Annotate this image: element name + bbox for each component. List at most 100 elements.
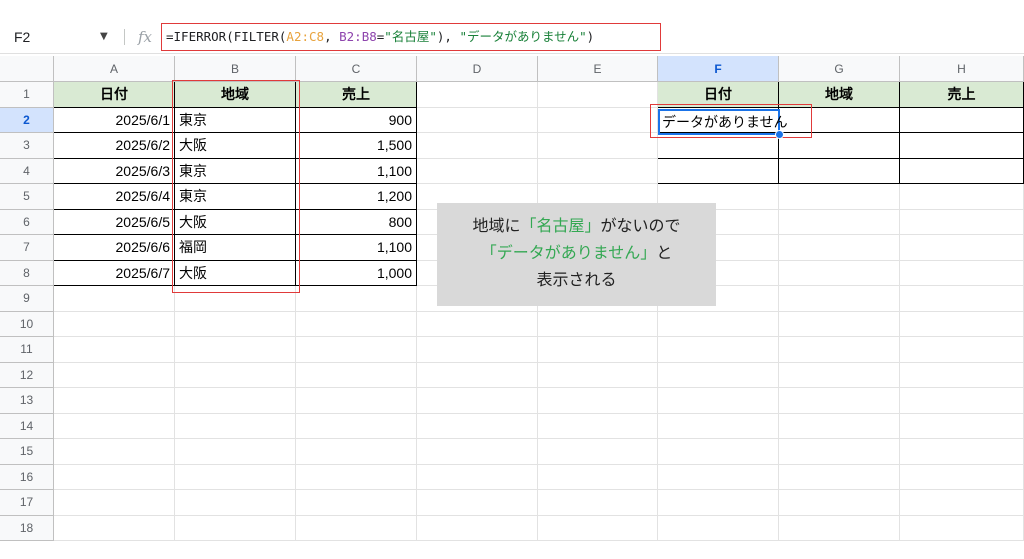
select-all-corner[interactable] [0,56,54,82]
cell-d4[interactable] [417,158,538,184]
cell-f14[interactable] [658,413,779,439]
cell-e2[interactable] [538,107,658,133]
cell-g13[interactable] [779,388,900,414]
cell-g9[interactable] [779,286,900,312]
cell-f17[interactable] [658,490,779,516]
cell-h2[interactable] [900,107,1024,133]
cell-c1[interactable]: 売上 [296,82,417,108]
cell-e18[interactable] [538,515,658,541]
cell-a15[interactable] [54,439,175,465]
cell-g12[interactable] [779,362,900,388]
cell-a13[interactable] [54,388,175,414]
cell-a2[interactable]: 2025/6/1 [54,107,175,133]
row-header-5[interactable]: 5 [0,184,54,210]
row-header-7[interactable]: 7 [0,235,54,261]
cell-g14[interactable] [779,413,900,439]
cell-a9[interactable] [54,286,175,312]
cell-d17[interactable] [417,490,538,516]
row-header-2[interactable]: 2 [0,107,54,133]
cell-e12[interactable] [538,362,658,388]
cell-a10[interactable] [54,311,175,337]
cell-c18[interactable] [296,515,417,541]
cell-h1[interactable]: 売上 [900,82,1024,108]
cell-d11[interactable] [417,337,538,363]
row-header-15[interactable]: 15 [0,439,54,465]
cell-h3[interactable] [900,133,1024,159]
cell-a4[interactable]: 2025/6/3 [54,158,175,184]
cell-e11[interactable] [538,337,658,363]
cell-c10[interactable] [296,311,417,337]
row-header-18[interactable]: 18 [0,515,54,541]
cell-c13[interactable] [296,388,417,414]
column-header-h[interactable]: H [900,56,1024,82]
row-header-17[interactable]: 17 [0,490,54,516]
cell-f10[interactable] [658,311,779,337]
cell-c12[interactable] [296,362,417,388]
name-box[interactable]: F2 [14,20,30,54]
cell-g11[interactable] [779,337,900,363]
column-header-e[interactable]: E [538,56,658,82]
cell-c15[interactable] [296,439,417,465]
cell-b17[interactable] [175,490,296,516]
cell-a16[interactable] [54,464,175,490]
cell-c8[interactable]: 1,000 [296,260,417,286]
cell-c6[interactable]: 800 [296,209,417,235]
cell-a6[interactable]: 2025/6/5 [54,209,175,235]
cell-d15[interactable] [417,439,538,465]
row-header-11[interactable]: 11 [0,337,54,363]
cell-f15[interactable] [658,439,779,465]
cell-h4[interactable] [900,158,1024,184]
cell-d3[interactable] [417,133,538,159]
cell-a14[interactable] [54,413,175,439]
row-header-9[interactable]: 9 [0,286,54,312]
cell-a11[interactable] [54,337,175,363]
cell-h6[interactable] [900,209,1024,235]
cell-d16[interactable] [417,464,538,490]
cell-c16[interactable] [296,464,417,490]
chevron-down-icon[interactable]: ▼ [100,20,108,54]
cell-b13[interactable] [175,388,296,414]
cell-g17[interactable] [779,490,900,516]
cell-h15[interactable] [900,439,1024,465]
cell-d14[interactable] [417,413,538,439]
cell-c9[interactable] [296,286,417,312]
cell-d1[interactable] [417,82,538,108]
cell-h13[interactable] [900,388,1024,414]
row-header-3[interactable]: 3 [0,133,54,159]
cell-f13[interactable] [658,388,779,414]
cell-g6[interactable] [779,209,900,235]
cell-b11[interactable] [175,337,296,363]
cell-g10[interactable] [779,311,900,337]
cell-f18[interactable] [658,515,779,541]
cell-b14[interactable] [175,413,296,439]
cell-g4[interactable] [779,158,900,184]
fill-handle[interactable] [775,130,784,139]
cell-b15[interactable] [175,439,296,465]
column-header-f[interactable]: F [658,56,779,82]
row-header-13[interactable]: 13 [0,388,54,414]
cell-e13[interactable] [538,388,658,414]
cell-e17[interactable] [538,490,658,516]
cell-h14[interactable] [900,413,1024,439]
cell-e4[interactable] [538,158,658,184]
cell-e3[interactable] [538,133,658,159]
cell-g5[interactable] [779,184,900,210]
cell-a7[interactable]: 2025/6/6 [54,235,175,261]
cell-b18[interactable] [175,515,296,541]
cell-h17[interactable] [900,490,1024,516]
row-header-10[interactable]: 10 [0,311,54,337]
cell-f4[interactable] [658,158,779,184]
cell-c7[interactable]: 1,100 [296,235,417,261]
cell-a8[interactable]: 2025/6/7 [54,260,175,286]
cell-h5[interactable] [900,184,1024,210]
cell-h11[interactable] [900,337,1024,363]
cell-h10[interactable] [900,311,1024,337]
cell-a17[interactable] [54,490,175,516]
cell-b10[interactable] [175,311,296,337]
column-header-c[interactable]: C [296,56,417,82]
cell-d12[interactable] [417,362,538,388]
cell-h9[interactable] [900,286,1024,312]
cell-g18[interactable] [779,515,900,541]
cell-d18[interactable] [417,515,538,541]
cell-h16[interactable] [900,464,1024,490]
